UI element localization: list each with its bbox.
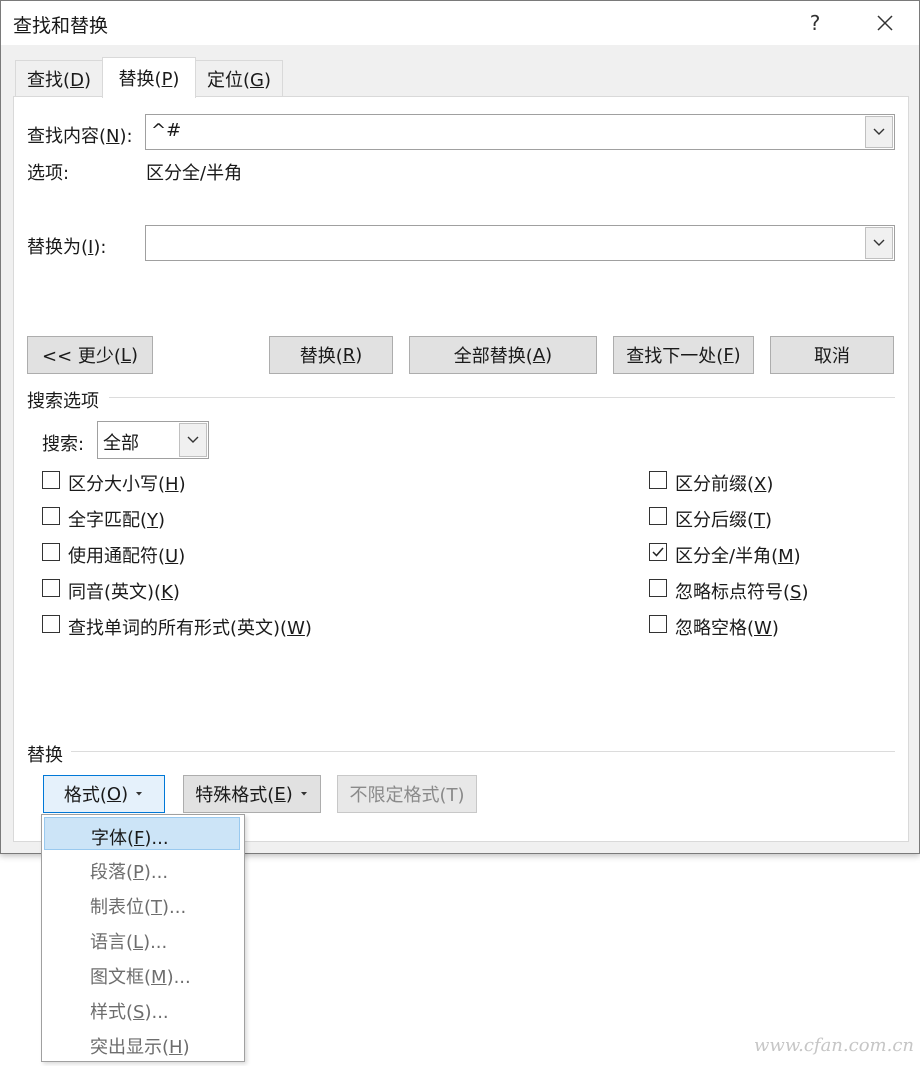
- ignore-punctuation-label[interactable]: 忽略标点符号(S): [675, 578, 809, 604]
- chevron-down-icon: [873, 128, 885, 135]
- whole-word-label[interactable]: 全字匹配(Y): [68, 506, 165, 532]
- sounds-like-checkbox[interactable]: [42, 579, 60, 597]
- replace-with-label: 替换为(I):: [27, 237, 107, 258]
- search-direction-select[interactable]: 全部: [97, 421, 209, 459]
- match-suffix-checkbox[interactable]: [649, 507, 667, 525]
- menu-item-tabs[interactable]: 制表位(T)...: [44, 887, 240, 920]
- chevron-down-icon: [187, 436, 199, 443]
- replace-dropdown-button[interactable]: [865, 227, 893, 259]
- menu-item-frame[interactable]: 图文框(M)...: [44, 957, 240, 990]
- find-what-combo[interactable]: ^#: [145, 114, 895, 150]
- checkmark-icon: [652, 547, 664, 557]
- search-direction-value: 全部: [103, 433, 139, 454]
- dropdown-arrow-icon: [300, 792, 307, 796]
- title-bar: 查找和替换 ?: [1, 1, 919, 45]
- match-prefix-label[interactable]: 区分前缀(X): [675, 470, 773, 496]
- special-button[interactable]: 特殊格式(E): [183, 775, 321, 813]
- menu-item-language[interactable]: 语言(L)...: [44, 922, 240, 955]
- match-width-label[interactable]: 区分全/半角(M): [675, 542, 801, 568]
- divider: [71, 751, 895, 752]
- search-options-heading: 搜索选项: [27, 391, 99, 412]
- whole-word-checkbox[interactable]: [42, 507, 60, 525]
- wildcards-checkbox[interactable]: [42, 543, 60, 561]
- help-button[interactable]: ?: [793, 7, 837, 39]
- divider: [109, 397, 895, 398]
- format-button[interactable]: 格式(O): [43, 775, 165, 813]
- replace-panel: [13, 96, 909, 842]
- find-what-label: 查找内容(N):: [27, 126, 133, 147]
- menu-item-style[interactable]: 样式(S)...: [44, 992, 240, 1025]
- cancel-button[interactable]: 取消: [770, 336, 894, 374]
- all-word-forms-label[interactable]: 查找单词的所有形式(英文)(W): [68, 614, 312, 640]
- match-case-checkbox[interactable]: [42, 471, 60, 489]
- replace-section-heading: 替换: [27, 745, 63, 766]
- options-value: 区分全/半角: [146, 163, 243, 184]
- search-direction-dropdown[interactable]: [179, 423, 207, 457]
- menu-item-paragraph[interactable]: 段落(P)...: [44, 852, 240, 885]
- search-label: 搜索:: [42, 434, 85, 455]
- find-dropdown-button[interactable]: [865, 116, 893, 148]
- window-title: 查找和替换: [13, 15, 109, 37]
- replace-with-combo[interactable]: [145, 225, 895, 261]
- watermark: www.cfan.com.cn: [754, 1035, 914, 1056]
- match-suffix-label[interactable]: 区分后缀(T): [675, 506, 772, 532]
- close-icon: [877, 15, 893, 31]
- all-word-forms-checkbox[interactable]: [42, 615, 60, 633]
- find-next-button[interactable]: 查找下一处(F): [613, 336, 754, 374]
- chevron-down-icon: [873, 239, 885, 246]
- match-width-checkbox[interactable]: [649, 543, 667, 561]
- tab-goto-label: 定位(G): [206, 70, 271, 91]
- tab-goto[interactable]: 定位(G): [195, 60, 283, 97]
- wildcards-label[interactable]: 使用通配符(U): [68, 542, 185, 568]
- close-button[interactable]: [863, 7, 907, 39]
- tab-replace-label: 替换(P): [118, 69, 180, 90]
- tab-find[interactable]: 查找(D): [15, 60, 103, 97]
- dropdown-arrow-icon: [136, 792, 143, 796]
- menu-item-highlight[interactable]: 突出显示(H): [44, 1027, 240, 1060]
- sounds-like-label[interactable]: 同音(英文)(K): [68, 578, 180, 604]
- ignore-punctuation-checkbox[interactable]: [649, 579, 667, 597]
- tab-replace[interactable]: 替换(P): [102, 57, 196, 98]
- format-menu: 字体(F)... 段落(P)... 制表位(T)... 语言(L)... 图文框…: [41, 814, 245, 1062]
- ignore-whitespace-label[interactable]: 忽略空格(W): [675, 614, 779, 640]
- replace-button[interactable]: 替换(R): [269, 336, 393, 374]
- less-button[interactable]: << 更少(L): [27, 336, 153, 374]
- options-label: 选项:: [27, 163, 70, 184]
- find-what-value: ^#: [151, 120, 182, 141]
- tab-find-label: 查找(D): [27, 70, 91, 91]
- menu-item-font[interactable]: 字体(F)...: [44, 817, 240, 850]
- ignore-whitespace-checkbox[interactable]: [649, 615, 667, 633]
- match-case-label[interactable]: 区分大小写(H): [68, 470, 186, 496]
- match-prefix-checkbox[interactable]: [649, 471, 667, 489]
- no-formatting-button[interactable]: 不限定格式(T): [337, 775, 477, 813]
- find-replace-dialog: 查找和替换 ? 查找(D) 替换(P) 定位(G) 查找内容(N): ^# 选项…: [0, 0, 920, 854]
- replace-all-button[interactable]: 全部替换(A): [409, 336, 597, 374]
